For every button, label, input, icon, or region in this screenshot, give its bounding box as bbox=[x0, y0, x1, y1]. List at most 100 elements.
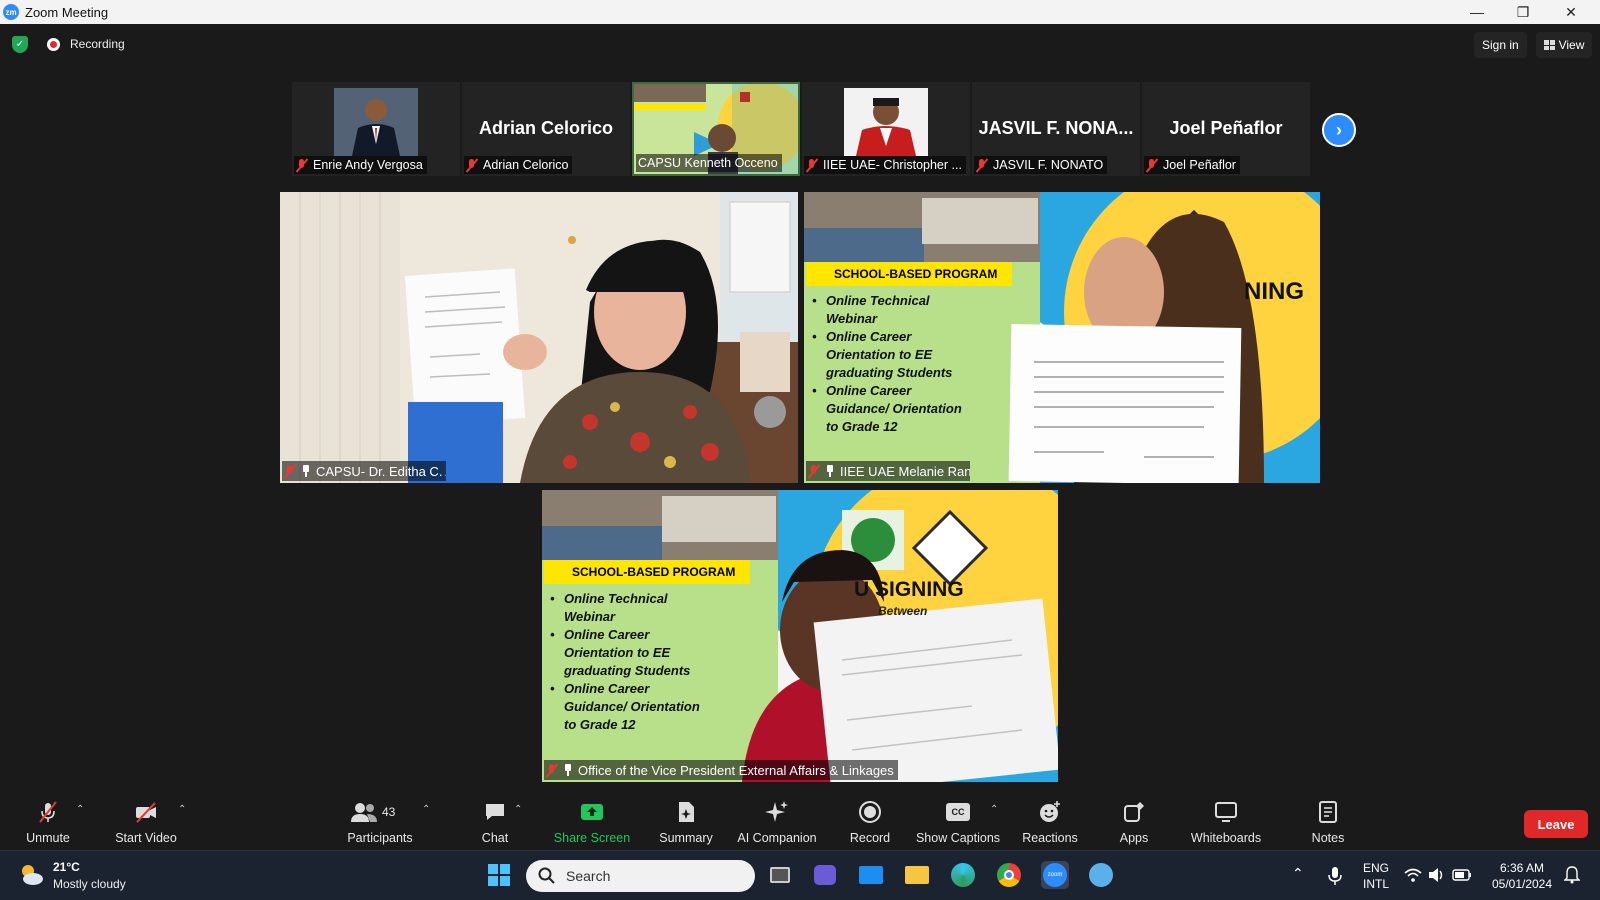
restore-icon[interactable]: ❐ bbox=[1500, 0, 1546, 24]
unmute-button[interactable]: Unmute bbox=[20, 796, 76, 850]
reactions-button[interactable]: Reactions bbox=[1018, 796, 1082, 850]
record-button[interactable]: Record bbox=[846, 796, 894, 850]
chat-button[interactable]: Chat bbox=[474, 796, 516, 850]
edge-icon[interactable] bbox=[949, 861, 977, 889]
video-tile[interactable]: CAPSU- Dr. Editha C. Alfon bbox=[280, 192, 798, 483]
audio-options-caret-icon[interactable]: ⌃ bbox=[76, 804, 84, 815]
participants-button[interactable]: 43 Participants bbox=[344, 796, 416, 850]
recording-label[interactable]: Recording bbox=[70, 37, 125, 51]
language-indicator[interactable]: ENG INTL bbox=[1360, 860, 1392, 892]
pin-icon bbox=[825, 465, 835, 477]
browser-app-icon[interactable] bbox=[1087, 861, 1115, 889]
battery-icon[interactable] bbox=[1452, 869, 1472, 881]
leave-button[interactable]: Leave bbox=[1524, 810, 1588, 838]
minimize-icon[interactable]: — bbox=[1454, 0, 1500, 24]
wifi-icon[interactable] bbox=[1404, 867, 1422, 883]
participant-name: Enrie Andy Vergosa bbox=[313, 158, 423, 172]
share-screen-button[interactable]: Share Screen bbox=[550, 796, 634, 850]
whiteboard-icon bbox=[1215, 802, 1237, 822]
weather-temperature[interactable]: 21°C bbox=[53, 860, 80, 874]
mic-muted-icon bbox=[976, 158, 987, 172]
video-options-caret-icon[interactable]: ⌃ bbox=[178, 804, 186, 815]
mic-muted-icon bbox=[296, 158, 307, 172]
chrome-icon[interactable] bbox=[995, 861, 1023, 889]
file-explorer-icon[interactable] bbox=[903, 861, 931, 889]
summary-label: Summary bbox=[659, 831, 713, 845]
show-captions-button[interactable]: CC Show Captions bbox=[914, 796, 1002, 850]
participant-name: Joel Peñaflor bbox=[1163, 158, 1236, 172]
apps-label: Apps bbox=[1119, 831, 1149, 845]
view-label: View bbox=[1558, 38, 1585, 52]
slide-bullet: Online Career Guidance/ Orientation to G… bbox=[812, 382, 962, 436]
slide-bullet: Online Career Orientation to EE graduati… bbox=[812, 328, 962, 382]
notes-icon bbox=[1319, 801, 1337, 823]
language-code: ENG bbox=[1362, 861, 1389, 875]
clock[interactable]: 6:36 AM 05/01/2024 bbox=[1486, 860, 1558, 892]
window-titlebar: zm Zoom Meeting — ❐ ✕ bbox=[0, 0, 1600, 24]
microphone-icon[interactable] bbox=[1328, 866, 1342, 886]
summary-button[interactable]: Summary bbox=[656, 796, 716, 850]
windows-start-icon[interactable] bbox=[485, 861, 513, 889]
participant-photo bbox=[334, 88, 418, 156]
grid-view-icon bbox=[1543, 40, 1555, 50]
slide-signing-text: NING bbox=[1244, 278, 1304, 305]
clock-time: 6:36 AM bbox=[1499, 861, 1545, 875]
whiteboards-label: Whiteboards bbox=[1190, 831, 1262, 845]
slide-between-text: Between bbox=[878, 604, 928, 618]
slide-banner: SCHOOL-BASED PROGRAM bbox=[544, 560, 750, 584]
slide-signing-text: U SIGNING bbox=[854, 578, 964, 601]
participant-photo bbox=[844, 88, 928, 156]
participant-tile[interactable]: CAPSU Kenneth Occeno bbox=[632, 82, 800, 176]
participant-tile[interactable]: Adrian Celorico Adrian Celorico bbox=[462, 82, 630, 176]
participant-tile[interactable]: JASVIL F. NONA... JASVIL F. NONATO bbox=[972, 82, 1140, 176]
close-icon[interactable]: ✕ bbox=[1548, 0, 1594, 24]
search-icon bbox=[538, 867, 555, 884]
start-video-button[interactable]: Start Video bbox=[110, 796, 182, 850]
ai-companion-label: AI Companion bbox=[737, 831, 817, 845]
participant-name-label: CAPSU- Dr. Editha C. Alfon bbox=[282, 461, 446, 481]
slide-bullets: Online Technical Webinar Online Career O… bbox=[550, 590, 700, 734]
ai-companion-icon bbox=[765, 801, 788, 822]
apps-icon bbox=[1124, 802, 1144, 822]
security-shield-icon[interactable]: ✓ bbox=[12, 36, 28, 53]
ai-companion-button[interactable]: AI Companion bbox=[730, 796, 824, 850]
video-tile[interactable]: SCHOOL-BASED PROGRAM Online Technical We… bbox=[542, 490, 1058, 782]
record-label: Record bbox=[849, 831, 891, 845]
task-view-icon[interactable] bbox=[766, 861, 794, 889]
slide-banner: SCHOOL-BASED PROGRAM bbox=[806, 262, 1012, 286]
teams-icon[interactable] bbox=[811, 861, 839, 889]
participants-label: Participants bbox=[347, 831, 413, 845]
video-tile[interactable]: SCHOOL-BASED PROGRAM Online Technical We… bbox=[804, 192, 1320, 483]
participant-name-label: IIEE UAE- Christopher ... bbox=[804, 156, 966, 174]
chat-label: Chat bbox=[481, 831, 509, 845]
zoom-taskbar-icon[interactable]: zoom bbox=[1041, 861, 1069, 889]
volume-icon[interactable] bbox=[1428, 867, 1446, 883]
participant-display-name: Adrian Celorico bbox=[478, 118, 614, 138]
participant-tile[interactable]: Enrie Andy Vergosa bbox=[292, 82, 460, 176]
slide-bullet: Online Technical Webinar bbox=[812, 292, 962, 328]
notes-button[interactable]: Notes bbox=[1308, 796, 1348, 850]
clock-date: 05/01/2024 bbox=[1491, 877, 1553, 891]
weather-cloudy-icon[interactable] bbox=[18, 861, 44, 887]
slide-bullets: Online Technical Webinar Online Career O… bbox=[812, 292, 962, 436]
captions-caret-icon[interactable]: ⌃ bbox=[990, 804, 998, 815]
notification-bell-icon[interactable] bbox=[1564, 866, 1580, 884]
mail-icon[interactable] bbox=[857, 861, 885, 889]
taskbar-search-input[interactable]: Search bbox=[526, 860, 755, 892]
next-page-arrow-icon[interactable]: › bbox=[1322, 113, 1356, 147]
mic-muted-icon bbox=[806, 158, 817, 172]
weather-description[interactable]: Mostly cloudy bbox=[53, 877, 126, 891]
apps-button[interactable]: Apps bbox=[1114, 796, 1154, 850]
mic-muted-icon bbox=[466, 158, 477, 172]
participant-tile[interactable]: Joel Peñaflor Joel Peñaflor bbox=[1142, 82, 1310, 176]
view-button[interactable]: View bbox=[1536, 32, 1592, 58]
participant-display-name: JASVIL F. NONA... bbox=[978, 118, 1134, 138]
show-hidden-icons-icon[interactable]: ⌃ bbox=[1292, 865, 1304, 881]
chat-caret-icon[interactable]: ⌃ bbox=[514, 804, 522, 815]
whiteboards-button[interactable]: Whiteboards bbox=[1184, 796, 1268, 850]
participant-name-label: Enrie Andy Vergosa bbox=[294, 156, 427, 174]
sign-in-button[interactable]: Sign in bbox=[1474, 32, 1527, 58]
keyboard-layout: INTL bbox=[1362, 877, 1389, 891]
participant-tile[interactable]: IIEE UAE- Christopher ... bbox=[802, 82, 970, 176]
participants-caret-icon[interactable]: ⌃ bbox=[422, 804, 430, 815]
